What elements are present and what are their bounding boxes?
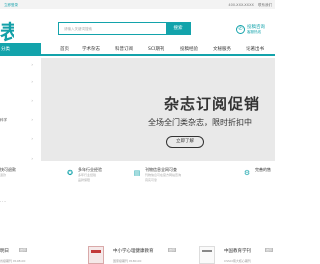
sidebar-item[interactable]: › [0, 59, 41, 71]
search-button[interactable]: 搜索 [166, 23, 190, 34]
medal-icon: ✪ [67, 169, 73, 177]
service-icon: ⚙ [243, 169, 251, 177]
learn-more-button[interactable]: 立即了解 [166, 136, 204, 148]
feature-item: ⚙ 完善的售 [243, 167, 271, 177]
top-bar-right: 400-XXX-XXXX 联系我们 [225, 3, 272, 8]
header: 表 请输入关键词搜索 搜索 ✆ 投稿咨询 客服热线 [0, 9, 275, 45]
feature-item: ✪ 多年行业经验 多年行业经验 品牌保障 [65, 161, 130, 201]
feature-item: ▤ 刊物信息全网可查 刊物信息可在官方网站查询 真实可靠 [133, 167, 182, 182]
feature-strip: 快可退款 退款 ✪ 多年行业经验 多年行业经验 品牌保障 ▤ 刊物信息全网可查 … [0, 161, 275, 201]
feature-item: 快可退款 退款 [0, 167, 16, 177]
journal-cover-image [199, 246, 215, 264]
recommend-badge: 推荐 [19, 248, 28, 252]
top-bar: 立即登录 400-XXX-XXXX 联系我们 [0, 0, 275, 9]
product-card[interactable]: 明日 推荐 省级期刊 ¥108.00 [0, 240, 40, 264]
product-list: 明日 推荐 省级期刊 ¥108.00 中小学心理健康教育 推荐 国家级期刊 ¥1… [0, 240, 275, 264]
sidebar-item[interactable]: 科学› [0, 114, 41, 126]
nav-item-sci[interactable]: SCI期刊 [148, 43, 164, 56]
phone-icon: ✆ [236, 25, 245, 34]
promo-banner[interactable]: 杂志订阅促销 全场全门类杂志，限时折扣中 立即了解 [41, 58, 275, 161]
banner-subtitle: 全场全门类杂志，限时折扣中 [148, 118, 252, 127]
recommend-badge: 推荐 [168, 248, 177, 252]
nav-item-popsci[interactable]: 科普订阅 [115, 43, 133, 56]
hotline-sub: 客服热线 [247, 30, 261, 34]
nav-item-home[interactable]: 首页 [60, 43, 69, 56]
chevron-right-icon: › [31, 117, 33, 122]
sidebar-item[interactable]: › [0, 95, 41, 107]
phone-label: 400-XXX-XXXX [228, 2, 254, 7]
journal-cover-image [88, 246, 104, 264]
nav-item-writing[interactable]: 文秘服务 [213, 43, 231, 56]
chevron-right-icon: › [31, 79, 33, 84]
nav-item-books[interactable]: 论著出书 [246, 43, 264, 56]
product-card[interactable]: 中小学心理健康教育 推荐 国家级期刊 ¥180.00 [88, 240, 178, 264]
chevron-right-icon: › [31, 62, 33, 67]
login-link[interactable]: 立即登录 [4, 3, 18, 8]
product-card[interactable]: 中国教育学刊 推荐 CSSCI南大核心期刊 [199, 240, 275, 264]
chevron-right-icon: › [31, 136, 33, 141]
category-menu-button[interactable]: 分类 [0, 43, 41, 56]
sidebar-item[interactable]: › [0, 76, 41, 88]
nav-item-journals[interactable]: 学术杂志 [82, 43, 100, 56]
site-logo[interactable]: 表 [0, 16, 14, 45]
document-search-icon: ▤ [133, 169, 141, 177]
contact-link[interactable]: 联系我们 [258, 3, 272, 7]
chevron-right-icon: › [31, 98, 33, 103]
search-input[interactable]: 请输入关键词搜索 [64, 27, 92, 32]
hotline[interactable]: ✆ 投稿咨询 客服热线 [236, 23, 274, 36]
banner-title: 杂志订阅促销 [164, 95, 261, 113]
sidebar-item[interactable]: › [0, 133, 41, 145]
search-box[interactable]: 请输入关键词搜索 搜索 [58, 22, 191, 35]
nav-item-submission[interactable]: 投稿经验 [180, 43, 198, 56]
recommend-badge: 推荐 [265, 248, 274, 252]
main-nav: 分类 首页 学术杂志 科普订阅 SCI期刊 投稿经验 文秘服务 论著出书 [0, 43, 275, 56]
